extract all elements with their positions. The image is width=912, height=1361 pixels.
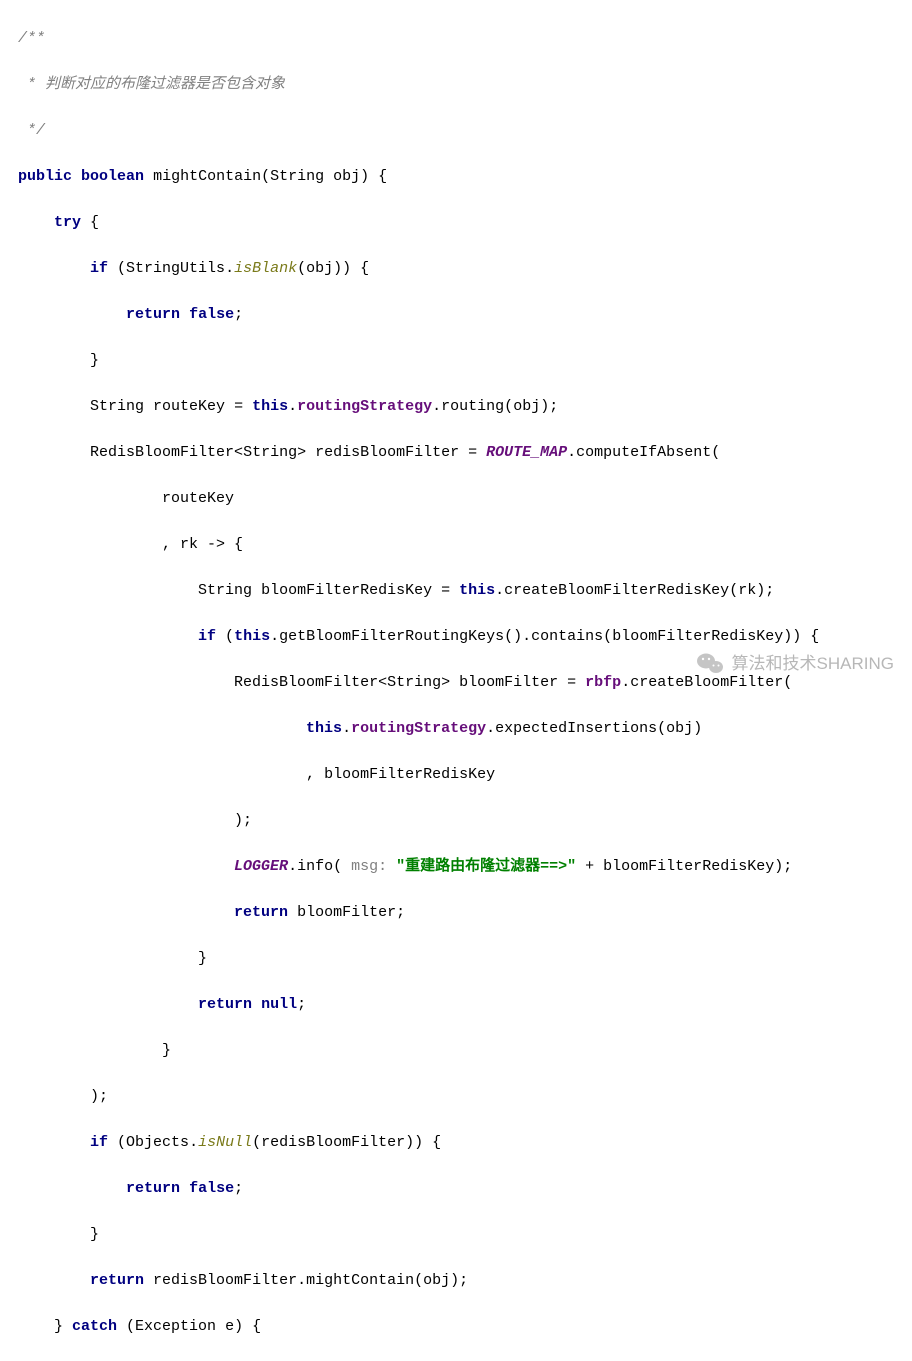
watermark: 算法和技术SHARING (696, 651, 894, 675)
wechat-icon (696, 651, 724, 675)
code-line: if (Objects.isNull(redisBloomFilter)) { (0, 1131, 912, 1154)
code-line: } catch (Exception e) { (0, 1315, 912, 1338)
watermark-text: 算法和技术SHARING (732, 652, 894, 675)
code-line: ); (0, 1085, 912, 1108)
code-line: return null; (0, 993, 912, 1016)
code-line: if (StringUtils.isBlank(obj)) { (0, 257, 912, 280)
code-line: LOGGER.info( msg: "重建路由布隆过滤器==>" + bloom… (0, 855, 912, 878)
comment-line: */ (0, 119, 912, 142)
code-line: } (0, 1039, 912, 1062)
code-line: , rk -> { (0, 533, 912, 556)
code-line: } (0, 947, 912, 970)
code-line: } (0, 1223, 912, 1246)
code-line: String bloomFilterRedisKey = this.create… (0, 579, 912, 602)
code-line: ); (0, 809, 912, 832)
comment-line: /** (0, 27, 912, 50)
code-line: RedisBloomFilter<String> redisBloomFilte… (0, 441, 912, 464)
code-line: } (0, 349, 912, 372)
comment-line: * 判断对应的布隆过滤器是否包含对象 (0, 73, 912, 96)
code-line: return redisBloomFilter.mightContain(obj… (0, 1269, 912, 1292)
code-line: return false; (0, 1177, 912, 1200)
code-line: this.routingStrategy.expectedInsertions(… (0, 717, 912, 740)
code-line: , bloomFilterRedisKey (0, 763, 912, 786)
code-line: String routeKey = this.routingStrategy.r… (0, 395, 912, 418)
code-line: if (this.getBloomFilterRoutingKeys().con… (0, 625, 912, 648)
code-line: return false; (0, 303, 912, 326)
code-line: routeKey (0, 487, 912, 510)
code-line: return bloomFilter; (0, 901, 912, 924)
code-line: try { (0, 211, 912, 234)
method-signature: public boolean mightContain(String obj) … (0, 165, 912, 188)
code-block: /** * 判断对应的布隆过滤器是否包含对象 */ public boolean… (0, 0, 912, 1361)
